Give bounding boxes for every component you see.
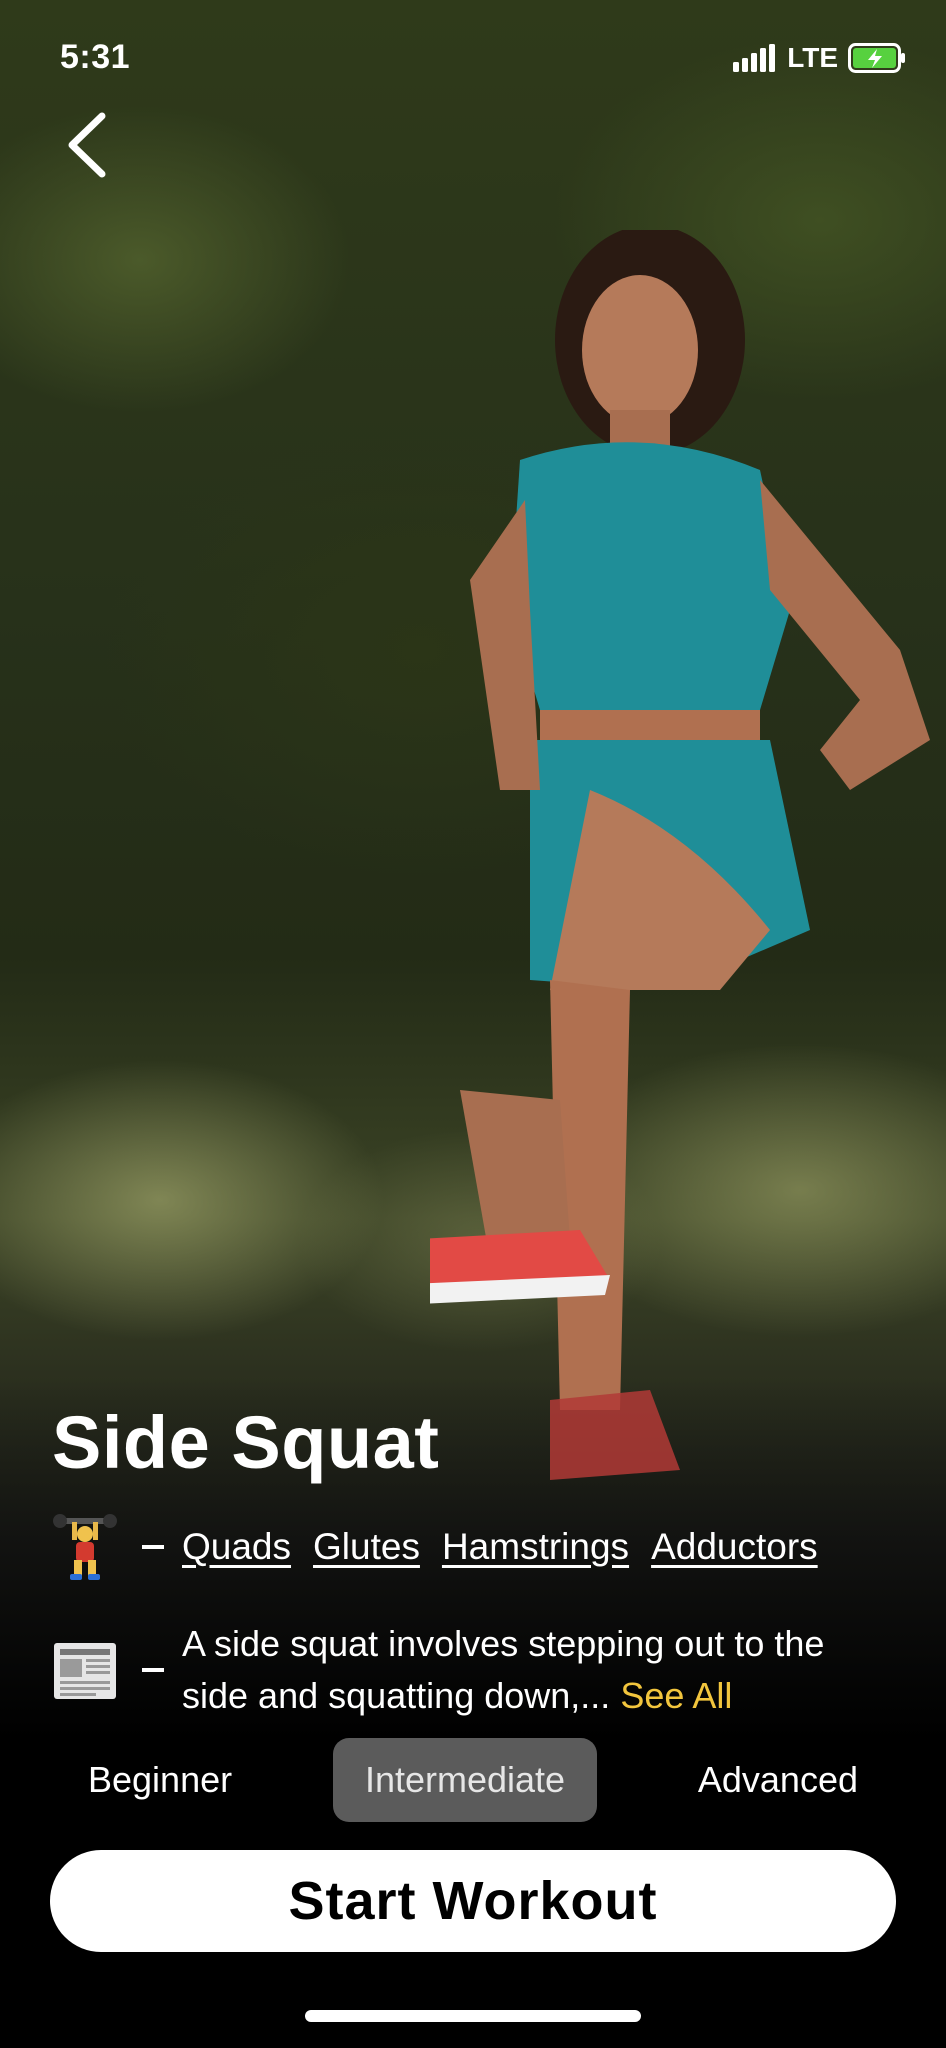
muscle-tag-adductors[interactable]: Adductors — [651, 1526, 818, 1568]
athlete-photo — [430, 230, 930, 1480]
description-row: A side squat involves stepping out to th… — [52, 1618, 882, 1722]
weightlifter-emoji-icon — [53, 1514, 117, 1580]
network-label: LTE — [787, 42, 838, 73]
battery-charging-icon — [848, 43, 905, 73]
home-indicator[interactable] — [305, 2010, 641, 2022]
level-advanced[interactable]: Advanced — [658, 1738, 898, 1822]
see-all-link[interactable]: See All — [620, 1675, 732, 1716]
start-workout-button[interactable]: Start Workout — [50, 1850, 896, 1952]
back-button[interactable] — [58, 110, 118, 180]
exercise-description: A side squat involves stepping out to th… — [182, 1618, 882, 1722]
separator-dash — [142, 1668, 164, 1672]
muscles-row: Quads Glutes Hamstrings Adductors — [52, 1512, 840, 1582]
exercise-title: Side Squat — [52, 1401, 440, 1484]
newspaper-emoji-icon — [54, 1643, 116, 1699]
muscle-tag-quads[interactable]: Quads — [182, 1526, 291, 1568]
signal-icon — [733, 44, 776, 72]
separator-dash — [142, 1545, 164, 1549]
level-intermediate[interactable]: Intermediate — [332, 1738, 598, 1822]
status-time: 5:31 — [60, 38, 131, 76]
level-selector: Beginner Intermediate Advanced — [48, 1738, 898, 1822]
muscle-tag-hamstrings[interactable]: Hamstrings — [442, 1526, 629, 1568]
status-indicators: LTE — [733, 42, 906, 74]
status-bar: 5:31 LTE — [0, 0, 946, 120]
muscle-tag-glutes[interactable]: Glutes — [313, 1526, 420, 1568]
level-beginner[interactable]: Beginner — [48, 1738, 272, 1822]
